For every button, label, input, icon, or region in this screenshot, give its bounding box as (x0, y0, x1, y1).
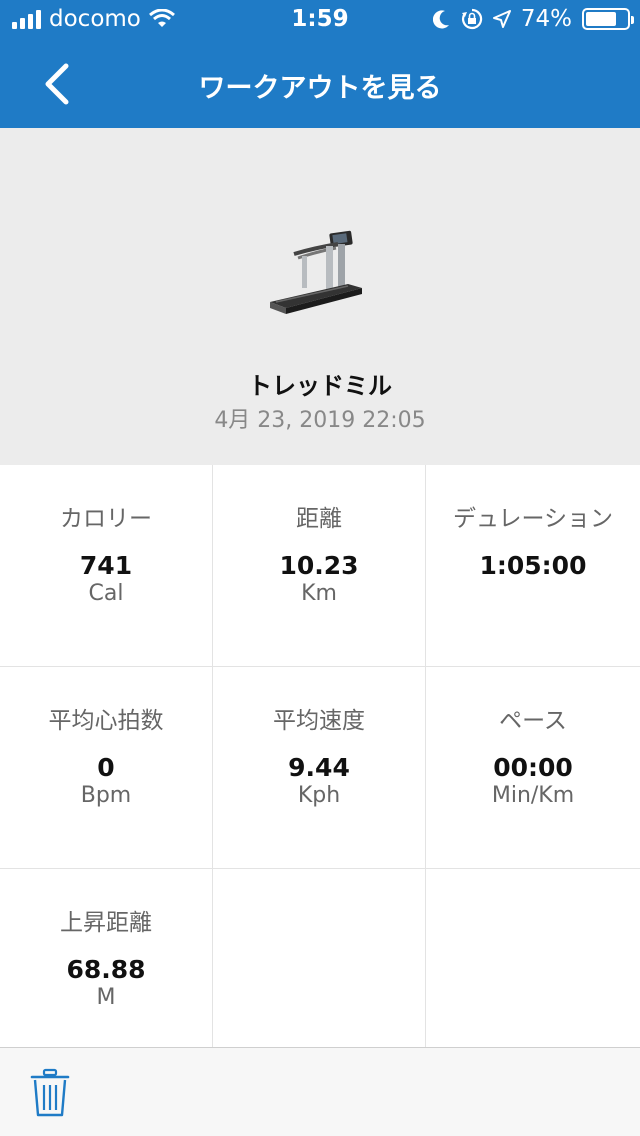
stat-unit: Min/Km (491, 783, 575, 808)
trash-icon[interactable] (30, 1068, 70, 1118)
stat-unit: Kph (297, 783, 341, 808)
stat-label: 上昇距離 (60, 910, 152, 936)
workout-date: 4月 23, 2019 22:05 (214, 408, 426, 433)
status-bar: docomo 1:59 74% (0, 0, 640, 40)
footer-toolbar (0, 1047, 640, 1136)
stat-label: 平均心拍数 (48, 708, 164, 734)
stat-unit: Km (301, 581, 337, 606)
location-arrow-icon (492, 10, 511, 28)
stat-empty-cell (213, 869, 426, 1047)
stat-value: 68.88 (66, 955, 146, 984)
stat-label: ペース (499, 708, 567, 734)
stat-value: 0 (97, 753, 115, 782)
battery-icon (582, 8, 634, 30)
stat-label: 平均速度 (273, 708, 365, 734)
stat-avg-speed: 平均速度 9.44 Kph (213, 667, 426, 869)
stat-calories: カロリー 741 Cal (0, 465, 213, 667)
stat-unit: Bpm (80, 783, 132, 808)
workout-summary: トレッドミル 4月 23, 2019 22:05 (0, 128, 640, 465)
stat-unit: Cal (88, 581, 124, 606)
stat-label: 距離 (296, 506, 342, 532)
stats-grid: カロリー 741 Cal 距離 10.23 Km デュレーション 1:05:00… (0, 465, 640, 1047)
stat-elevation-gain: 上昇距離 68.88 M (0, 869, 213, 1047)
stat-unit: M (96, 985, 116, 1010)
stat-duration: デュレーション 1:05:00 (426, 465, 640, 667)
stat-empty-cell (426, 869, 640, 1047)
battery-level (586, 12, 616, 26)
stat-distance: 距離 10.23 Km (213, 465, 426, 667)
stat-value: 00:00 (493, 753, 573, 782)
battery-percent: 74% (520, 6, 572, 32)
header: docomo 1:59 74% ワークアウトを見る (0, 0, 640, 128)
stat-value: 741 (79, 551, 133, 580)
stat-pace: ペース 00:00 Min/Km (426, 667, 640, 869)
status-right: 74% (432, 6, 634, 32)
stat-value: 10.23 (279, 551, 359, 580)
stat-value: 1:05:00 (479, 551, 587, 580)
treadmill-image (270, 230, 362, 314)
stat-avg-heart-rate: 平均心拍数 0 Bpm (0, 667, 213, 869)
orientation-lock-icon (461, 8, 483, 30)
stat-label: カロリー (60, 506, 152, 532)
equipment-name: トレッドミル (248, 372, 392, 400)
moon-icon (432, 10, 449, 29)
nav-bar: ワークアウトを見る (0, 40, 640, 128)
stat-value: 9.44 (288, 753, 350, 782)
page-title: ワークアウトを見る (198, 73, 442, 104)
stat-label: デュレーション (452, 506, 614, 532)
